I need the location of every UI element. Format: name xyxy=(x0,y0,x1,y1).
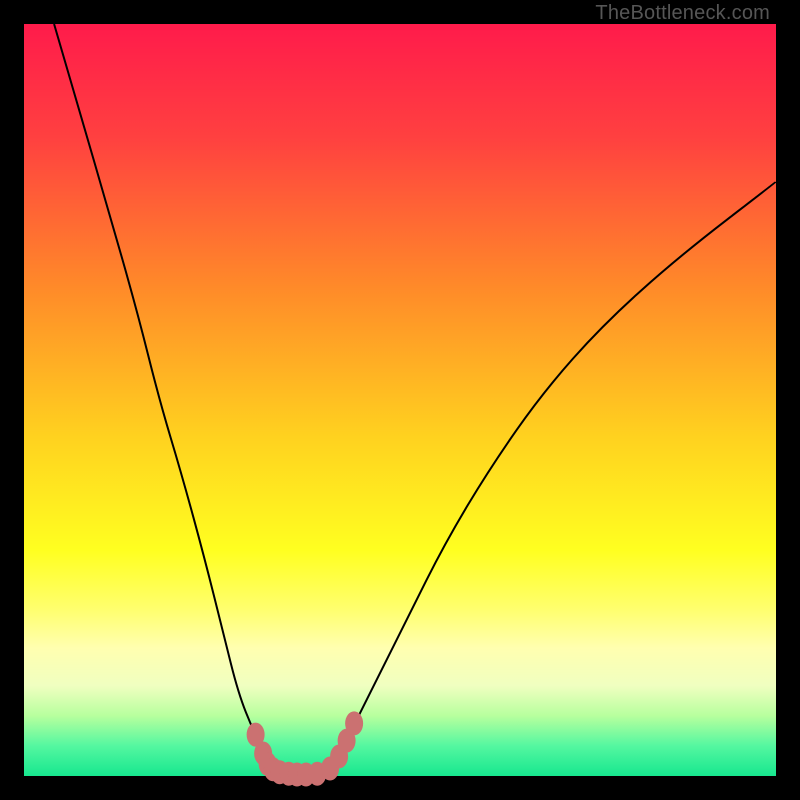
markers-group xyxy=(247,711,364,786)
right-curve xyxy=(325,182,776,776)
left-curve xyxy=(54,24,280,776)
watermark-text: TheBottleneck.com xyxy=(595,2,770,25)
marker-point xyxy=(345,711,363,735)
chart-frame: TheBottleneck.com xyxy=(0,0,800,800)
curves-layer xyxy=(24,24,776,776)
